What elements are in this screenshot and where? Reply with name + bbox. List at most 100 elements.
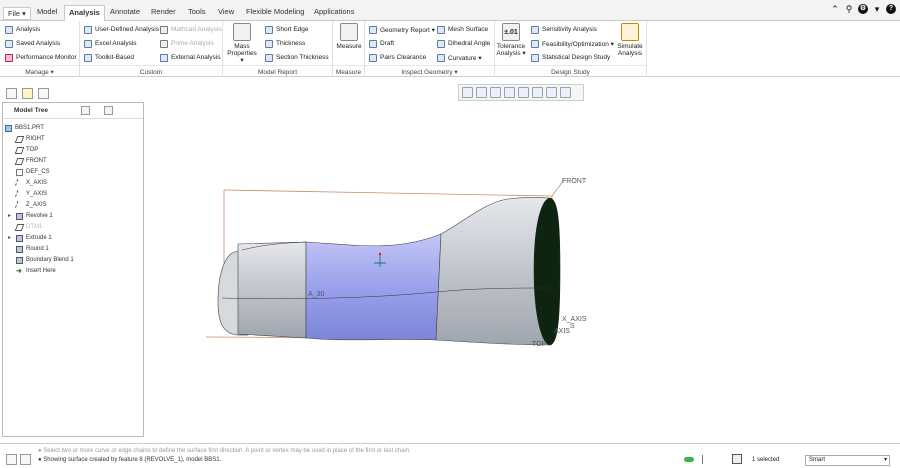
tree-item-front[interactable]: FRONT: [14, 156, 47, 166]
tree-filter-icon[interactable]: [81, 106, 90, 115]
tree-item-z-axis[interactable]: Z_AXIS: [15, 200, 47, 210]
tab-view[interactable]: View: [214, 5, 238, 21]
label-x-axis[interactable]: X_AXIS: [562, 316, 587, 323]
dihedral-angle-icon: [437, 39, 445, 48]
tab-tools[interactable]: Tools: [184, 5, 210, 21]
zoom-out-icon[interactable]: [490, 87, 501, 98]
favorites-icon[interactable]: [38, 88, 49, 99]
mass-properties-button[interactable]: Mass Properties ▾: [227, 23, 257, 64]
curvature-button[interactable]: Curvature ▾: [437, 52, 482, 63]
tab-annotate[interactable]: Annotate: [106, 5, 144, 21]
model-tree-tab-icon[interactable]: [6, 88, 17, 99]
excel-analysis-button[interactable]: Excel Analysis: [84, 38, 137, 49]
draft-button[interactable]: Draft: [369, 38, 394, 49]
short-edge-button[interactable]: Short Edge: [265, 24, 309, 35]
thickness-button[interactable]: Thickness: [265, 38, 305, 49]
tree-pin-icon[interactable]: [131, 106, 140, 115]
part-body[interactable]: [217, 197, 561, 346]
tree-settings-icon[interactable]: [104, 106, 113, 115]
tree-item-revolve-1[interactable]: ▸ Revolve 1: [8, 211, 53, 221]
label-top[interactable]: TOP: [532, 341, 547, 348]
group-inspect-geometry-label[interactable]: Inspect Geometry ▾: [365, 68, 494, 76]
tab-flexible-modeling[interactable]: Flexible Modeling: [242, 5, 308, 21]
show-navigator-icon[interactable]: [6, 454, 17, 465]
repaint-icon[interactable]: [504, 87, 515, 98]
expand-icon[interactable]: ▸: [8, 234, 11, 241]
selection-filter-icon[interactable]: [732, 454, 742, 464]
label-a30[interactable]: A_30: [308, 291, 324, 298]
help-icon[interactable]: ?: [886, 4, 896, 14]
saved-orientations-icon[interactable]: [532, 87, 543, 98]
analysis-button[interactable]: Analysis: [5, 24, 40, 35]
datum-plane-icon: [14, 157, 25, 165]
external-analysis-button[interactable]: External Analysis: [160, 52, 221, 63]
tree-item-extrude-1[interactable]: ▸ Extrude 1: [8, 233, 52, 243]
tree-item-dtm1[interactable]: DTM1: [14, 222, 43, 232]
spin-center-icon[interactable]: [560, 87, 571, 98]
search-icon[interactable]: ⚲: [844, 4, 854, 14]
datum-display-icon[interactable]: [546, 87, 557, 98]
sensitivity-analysis-button[interactable]: Sensitivity Analysis: [531, 24, 597, 35]
tree-item-boundary-blend-1[interactable]: Boundary Blend 1: [16, 255, 74, 265]
display-style-icon[interactable]: [518, 87, 529, 98]
flag-icon[interactable]: [702, 455, 710, 464]
creo-window: File ▾ Model Analysis Annotate Render To…: [0, 0, 900, 468]
filter-dropdown[interactable]: Smart ▾: [805, 455, 890, 466]
performance-monitor-button[interactable]: Performance Monitor: [5, 52, 77, 63]
selected-count: 1 selected: [752, 457, 780, 463]
prime-analysis-button[interactable]: Prime Analysis: [160, 38, 214, 49]
model-graphic[interactable]: FRONT X_AXIS S AXIS A_30 TOP: [146, 102, 900, 437]
tree-item-def-cs[interactable]: DEF_CS: [16, 167, 50, 177]
saved-analysis-icon: [5, 39, 13, 48]
gear-icon[interactable]: ⚙: [858, 4, 868, 14]
dihedral-angle-button[interactable]: Dihedral Angle: [437, 38, 490, 49]
tree-item-x-axis[interactable]: X_AXIS: [15, 178, 47, 188]
group-manage-label[interactable]: Manage ▾: [0, 68, 79, 76]
short-edge-icon: [265, 25, 273, 34]
refit-icon[interactable]: [462, 87, 473, 98]
saved-analysis-button[interactable]: Saved Analysis: [5, 38, 60, 49]
user-defined-analysis-button[interactable]: User-Defined Analysis: [84, 24, 159, 35]
mesh-surface-button[interactable]: Mesh Surface: [437, 24, 488, 35]
simulate-analysis-button[interactable]: Simulate Analysis: [615, 23, 645, 57]
statistical-design-study-button[interactable]: Statistical Design Study: [531, 52, 610, 63]
chevron-down-icon[interactable]: ▾: [872, 4, 882, 14]
chevron-up-icon[interactable]: ⌃: [830, 4, 840, 14]
expand-icon[interactable]: ▸: [8, 212, 11, 219]
tab-analysis[interactable]: Analysis: [64, 5, 105, 22]
ribbon: Analysis Saved Analysis Performance Moni…: [0, 21, 900, 77]
tree-item-top[interactable]: TOP: [14, 145, 38, 155]
geometry-report-button[interactable]: Geometry Report ▾: [369, 24, 435, 35]
tolerance-analysis-button[interactable]: ±.01 Tolerance Analysis ▾: [496, 23, 526, 57]
tab-model[interactable]: Model: [33, 5, 61, 21]
tree-item-round-1[interactable]: Round 1: [16, 244, 49, 254]
folder-browser-icon[interactable]: [22, 88, 33, 99]
feasibility-optimization-button[interactable]: Feasibility/Optimization ▾: [531, 38, 614, 49]
tab-render[interactable]: Render: [147, 5, 180, 21]
tree-item-bbs1-prt[interactable]: BBS1.PRT: [5, 123, 44, 133]
tree-item-y-axis[interactable]: Y_AXIS: [15, 189, 47, 199]
regen-status-icon[interactable]: [684, 457, 694, 462]
toolkit-based-button[interactable]: Toolkit-Based: [84, 52, 134, 63]
section-thickness-icon: [265, 53, 273, 62]
label-front[interactable]: FRONT: [562, 178, 587, 185]
toolkit-icon: [84, 53, 92, 62]
pairs-clearance-button[interactable]: Pairs Clearance: [369, 52, 426, 63]
measure-button[interactable]: Measure: [334, 23, 364, 50]
graphics-viewport[interactable]: FRONT X_AXIS S AXIS A_30 TOP: [146, 102, 900, 437]
analysis-icon: [5, 25, 13, 34]
tree-item-label: Round 1: [26, 246, 49, 252]
mass-properties-icon: [233, 23, 251, 41]
mathcad-analysis-button[interactable]: Mathcad Analysis: [160, 24, 222, 35]
tree-item-right[interactable]: RIGHT: [14, 134, 45, 144]
tab-applications[interactable]: Applications: [310, 5, 358, 21]
file-menu[interactable]: File ▾: [3, 7, 31, 20]
zoom-in-icon[interactable]: [476, 87, 487, 98]
tree-item-label: DTM1: [26, 224, 43, 230]
label-axis: AXIS: [554, 328, 570, 335]
show-browser-icon[interactable]: [20, 454, 31, 465]
group-custom: User-Defined Analysis Excel Analysis Too…: [80, 21, 223, 77]
tree-item-insert-here[interactable]: ➜ Insert Here: [16, 266, 56, 276]
section-thickness-button[interactable]: Section Thickness: [265, 52, 329, 63]
measure-icon: [340, 23, 358, 41]
